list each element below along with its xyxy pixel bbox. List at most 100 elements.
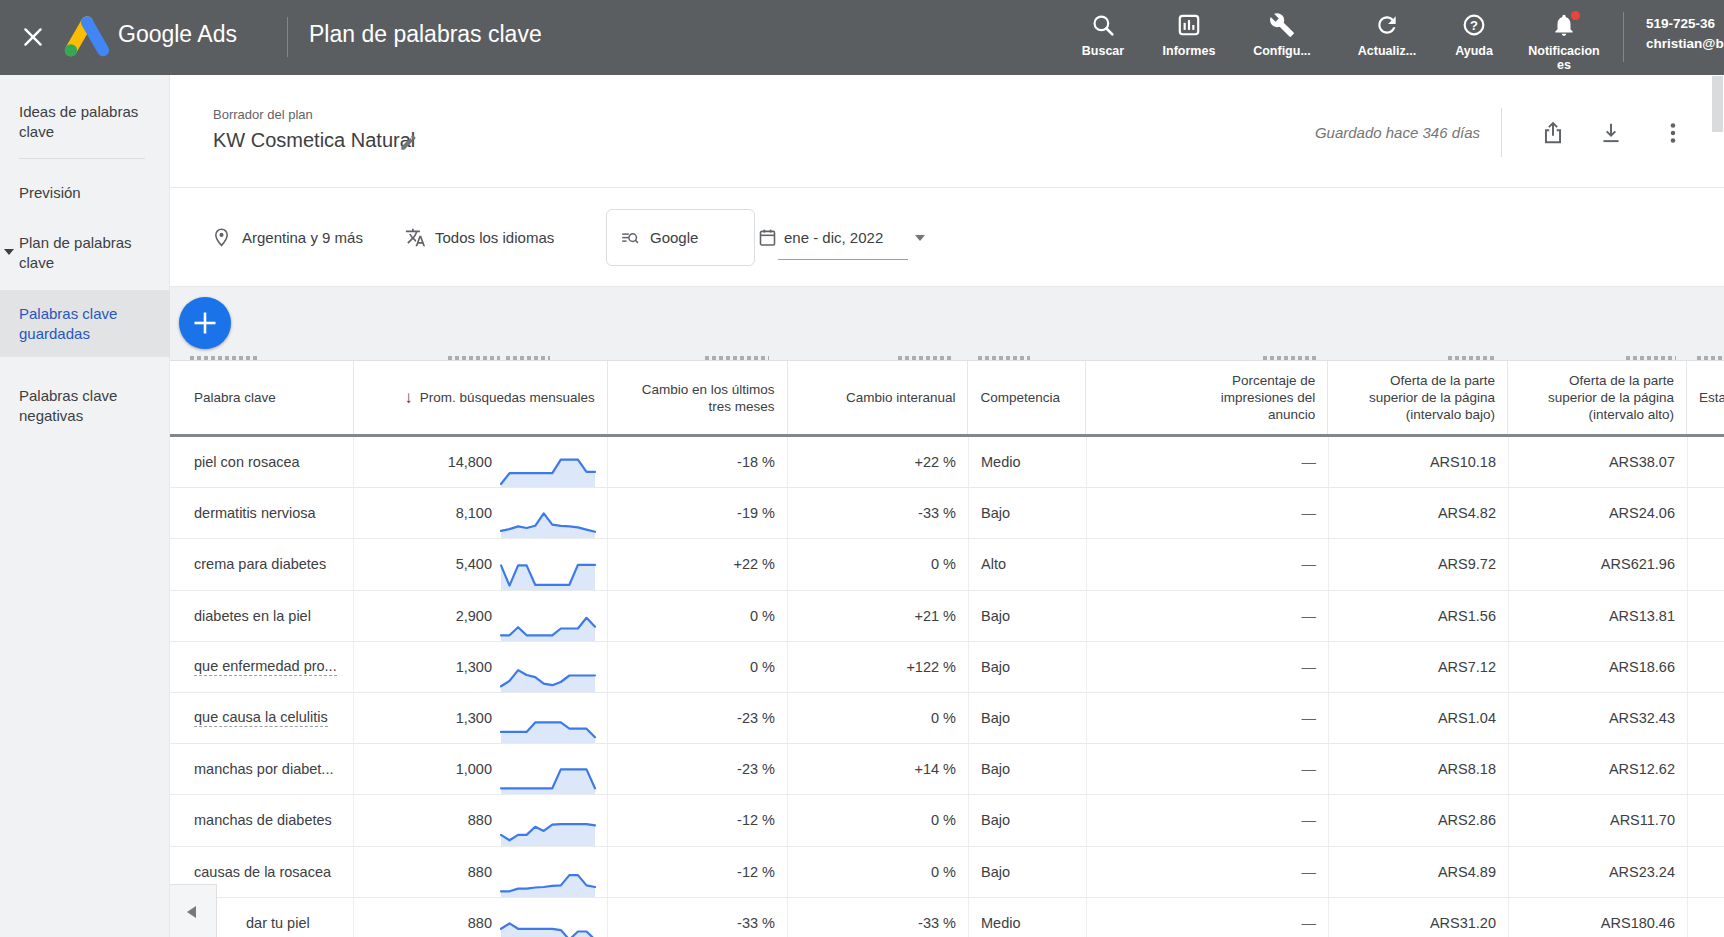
keyword-cell: diabetes en la piel [194, 608, 311, 624]
table-row[interactable]: manchas por diabet...1,000-23 %+14 %Bajo… [170, 744, 1724, 795]
table-row[interactable]: dar tu piel880-33 %-33 %Medio—ARS31.20AR… [170, 898, 1724, 937]
column-header-9[interactable]: Esta [1686, 361, 1724, 434]
column-header-6[interactable]: Porcentaje de impresiones del anuncio [1085, 361, 1327, 434]
add-keywords-button[interactable] [179, 297, 231, 349]
column-header-2[interactable]: ↓Prom. búsquedas mensuales [353, 361, 607, 434]
change-3m-cell: -23 % [737, 761, 775, 777]
page-title: Plan de palabras clave [309, 21, 542, 48]
toolbar-band [170, 287, 1724, 360]
bid-high-cell: ARS12.62 [1609, 761, 1675, 777]
table-row[interactable]: diabetes en la piel2,9000 %+21 %Bajo—ARS… [170, 591, 1724, 642]
table-row[interactable]: manchas de diabetes880-12 %0 %Bajo—ARS2.… [170, 795, 1724, 846]
keyword-plan-page: Google Ads Plan de palabras clave Buscar… [0, 0, 1724, 937]
edit-icon[interactable] [399, 133, 418, 152]
table-row[interactable]: dermatitis nerviosa8,100-19 %-33 %Bajo—A… [170, 488, 1724, 539]
change-3m-cell: -23 % [737, 710, 775, 726]
keyword-cell: que causa la celulitis [194, 709, 328, 727]
download-icon[interactable] [1598, 120, 1624, 146]
plan-draft-label: Borrador del plan [213, 107, 313, 122]
vertical-scrollbar[interactable] [1712, 76, 1723, 132]
competition-cell: Medio [981, 915, 1021, 931]
table-row[interactable]: que enfermedad pro...1,3000 %+122 %Bajo—… [170, 642, 1724, 693]
change-3m-cell: +22 % [733, 556, 775, 572]
filter-locations[interactable]: Argentina y 9 más [242, 229, 363, 246]
google-ads-logo-icon [64, 15, 110, 59]
nav-help[interactable]: ?Ayuda [1422, 9, 1526, 58]
keyword-cell: dar tu piel [246, 915, 310, 931]
table-row[interactable]: piel con rosacea14,800-18 %+22 %Medio—AR… [170, 437, 1724, 488]
table-body: piel con rosacea14,800-18 %+22 %Medio—AR… [170, 437, 1724, 937]
competition-cell: Medio [981, 454, 1021, 470]
ad-impression-cell: — [1302, 761, 1317, 777]
svg-text:?: ? [1470, 18, 1478, 33]
caret-down-icon[interactable] [915, 235, 925, 241]
trend-sparkline [500, 608, 597, 641]
trend-sparkline [500, 813, 597, 846]
trend-sparkline [500, 557, 597, 590]
brand-title: Google Ads [118, 21, 237, 48]
column-header-4[interactable]: Cambio interanual [787, 361, 968, 434]
column-header-3[interactable]: Cambio en los últimos tres meses [607, 361, 787, 434]
competition-cell: Alto [981, 556, 1006, 572]
filter-languages[interactable]: Todos los idiomas [435, 229, 554, 246]
ad-impression-cell: — [1302, 659, 1317, 675]
account-info[interactable]: 519-725-36 christian@b [1646, 14, 1724, 54]
kebab-menu-icon[interactable] [1660, 120, 1686, 146]
column-header-7[interactable]: Oferta de la parte superior de la página… [1327, 361, 1507, 434]
column-header-5[interactable]: Competencia [967, 361, 1085, 434]
sidebar-item-guardadas[interactable]: Palabras clave guardadas [0, 304, 170, 344]
bid-high-cell: ARS13.81 [1609, 608, 1675, 624]
keyword-cell: manchas de diabetes [194, 812, 332, 828]
bid-high-cell: ARS24.06 [1609, 505, 1675, 521]
filter-date-range[interactable]: ene - dic, 2022 [784, 229, 883, 246]
sidebar-item-negativas[interactable]: Palabras clave negativas [0, 386, 170, 426]
keyword-cell: piel con rosacea [194, 454, 300, 470]
change-3m-cell: -12 % [737, 812, 775, 828]
bid-high-cell: ARS180.46 [1601, 915, 1675, 931]
sidebar-item-prevision[interactable]: Previsión [0, 183, 170, 203]
sort-desc-icon: ↓ [404, 389, 413, 406]
ad-impression-cell: — [1302, 556, 1317, 572]
nav-settings[interactable]: Configu... [1230, 9, 1334, 58]
change-yoy-cell: 0 % [931, 710, 956, 726]
bid-low-cell: ARS4.89 [1438, 864, 1496, 880]
table-row[interactable]: crema para diabetes5,400+22 %0 %Alto—ARS… [170, 539, 1724, 590]
share-icon[interactable] [1540, 120, 1566, 146]
change-yoy-cell: -33 % [918, 505, 956, 521]
bid-low-cell: ARS31.20 [1430, 915, 1496, 931]
bid-high-cell: ARS11.70 [1610, 812, 1675, 828]
language-icon [405, 227, 426, 248]
table-row[interactable]: causas de la rosacea880-12 %0 %Bajo—ARS4… [170, 847, 1724, 898]
change-3m-cell: 0 % [750, 659, 775, 675]
change-yoy-cell: +22 % [914, 454, 956, 470]
competition-cell: Bajo [981, 812, 1010, 828]
sidebar-item-ideas[interactable]: Ideas de palabras clave [0, 102, 170, 142]
scroll-left-button[interactable] [170, 884, 217, 937]
volume-cell: 880 [468, 864, 492, 880]
notification-badge [1571, 11, 1580, 20]
close-icon[interactable] [20, 24, 46, 50]
trend-sparkline [500, 659, 597, 692]
column-header-1[interactable]: Palabra clave [170, 361, 353, 434]
plan-title: KW Cosmetica Natural [213, 129, 415, 152]
competition-cell: Bajo [981, 761, 1010, 777]
trend-sparkline [500, 505, 597, 538]
arrow-left-icon [187, 906, 196, 918]
keyword-cell: crema para diabetes [194, 556, 326, 572]
date-underline [778, 259, 908, 260]
bid-low-cell: ARS7.12 [1438, 659, 1496, 675]
sidebar-divider [19, 158, 145, 159]
volume-cell: 1,000 [456, 761, 492, 777]
nav-reports[interactable]: Informes [1137, 9, 1241, 58]
change-yoy-cell: +122 % [906, 659, 956, 675]
keyword-cell: dermatitis nerviosa [194, 505, 316, 521]
column-header-8[interactable]: Oferta de la parte superior de la página… [1507, 361, 1686, 434]
sidebar-item-plan[interactable]: Plan de palabras clave [0, 233, 170, 273]
topbar-account-divider [1623, 12, 1624, 62]
calendar-icon [757, 227, 778, 248]
ad-impression-cell: — [1302, 915, 1317, 931]
plus-icon [191, 309, 219, 337]
nav-notifications[interactable]: Notificaciones [1512, 9, 1616, 72]
table-row[interactable]: que causa la celulitis1,300-23 %0 %Bajo—… [170, 693, 1724, 744]
settings-icon [1230, 9, 1334, 41]
